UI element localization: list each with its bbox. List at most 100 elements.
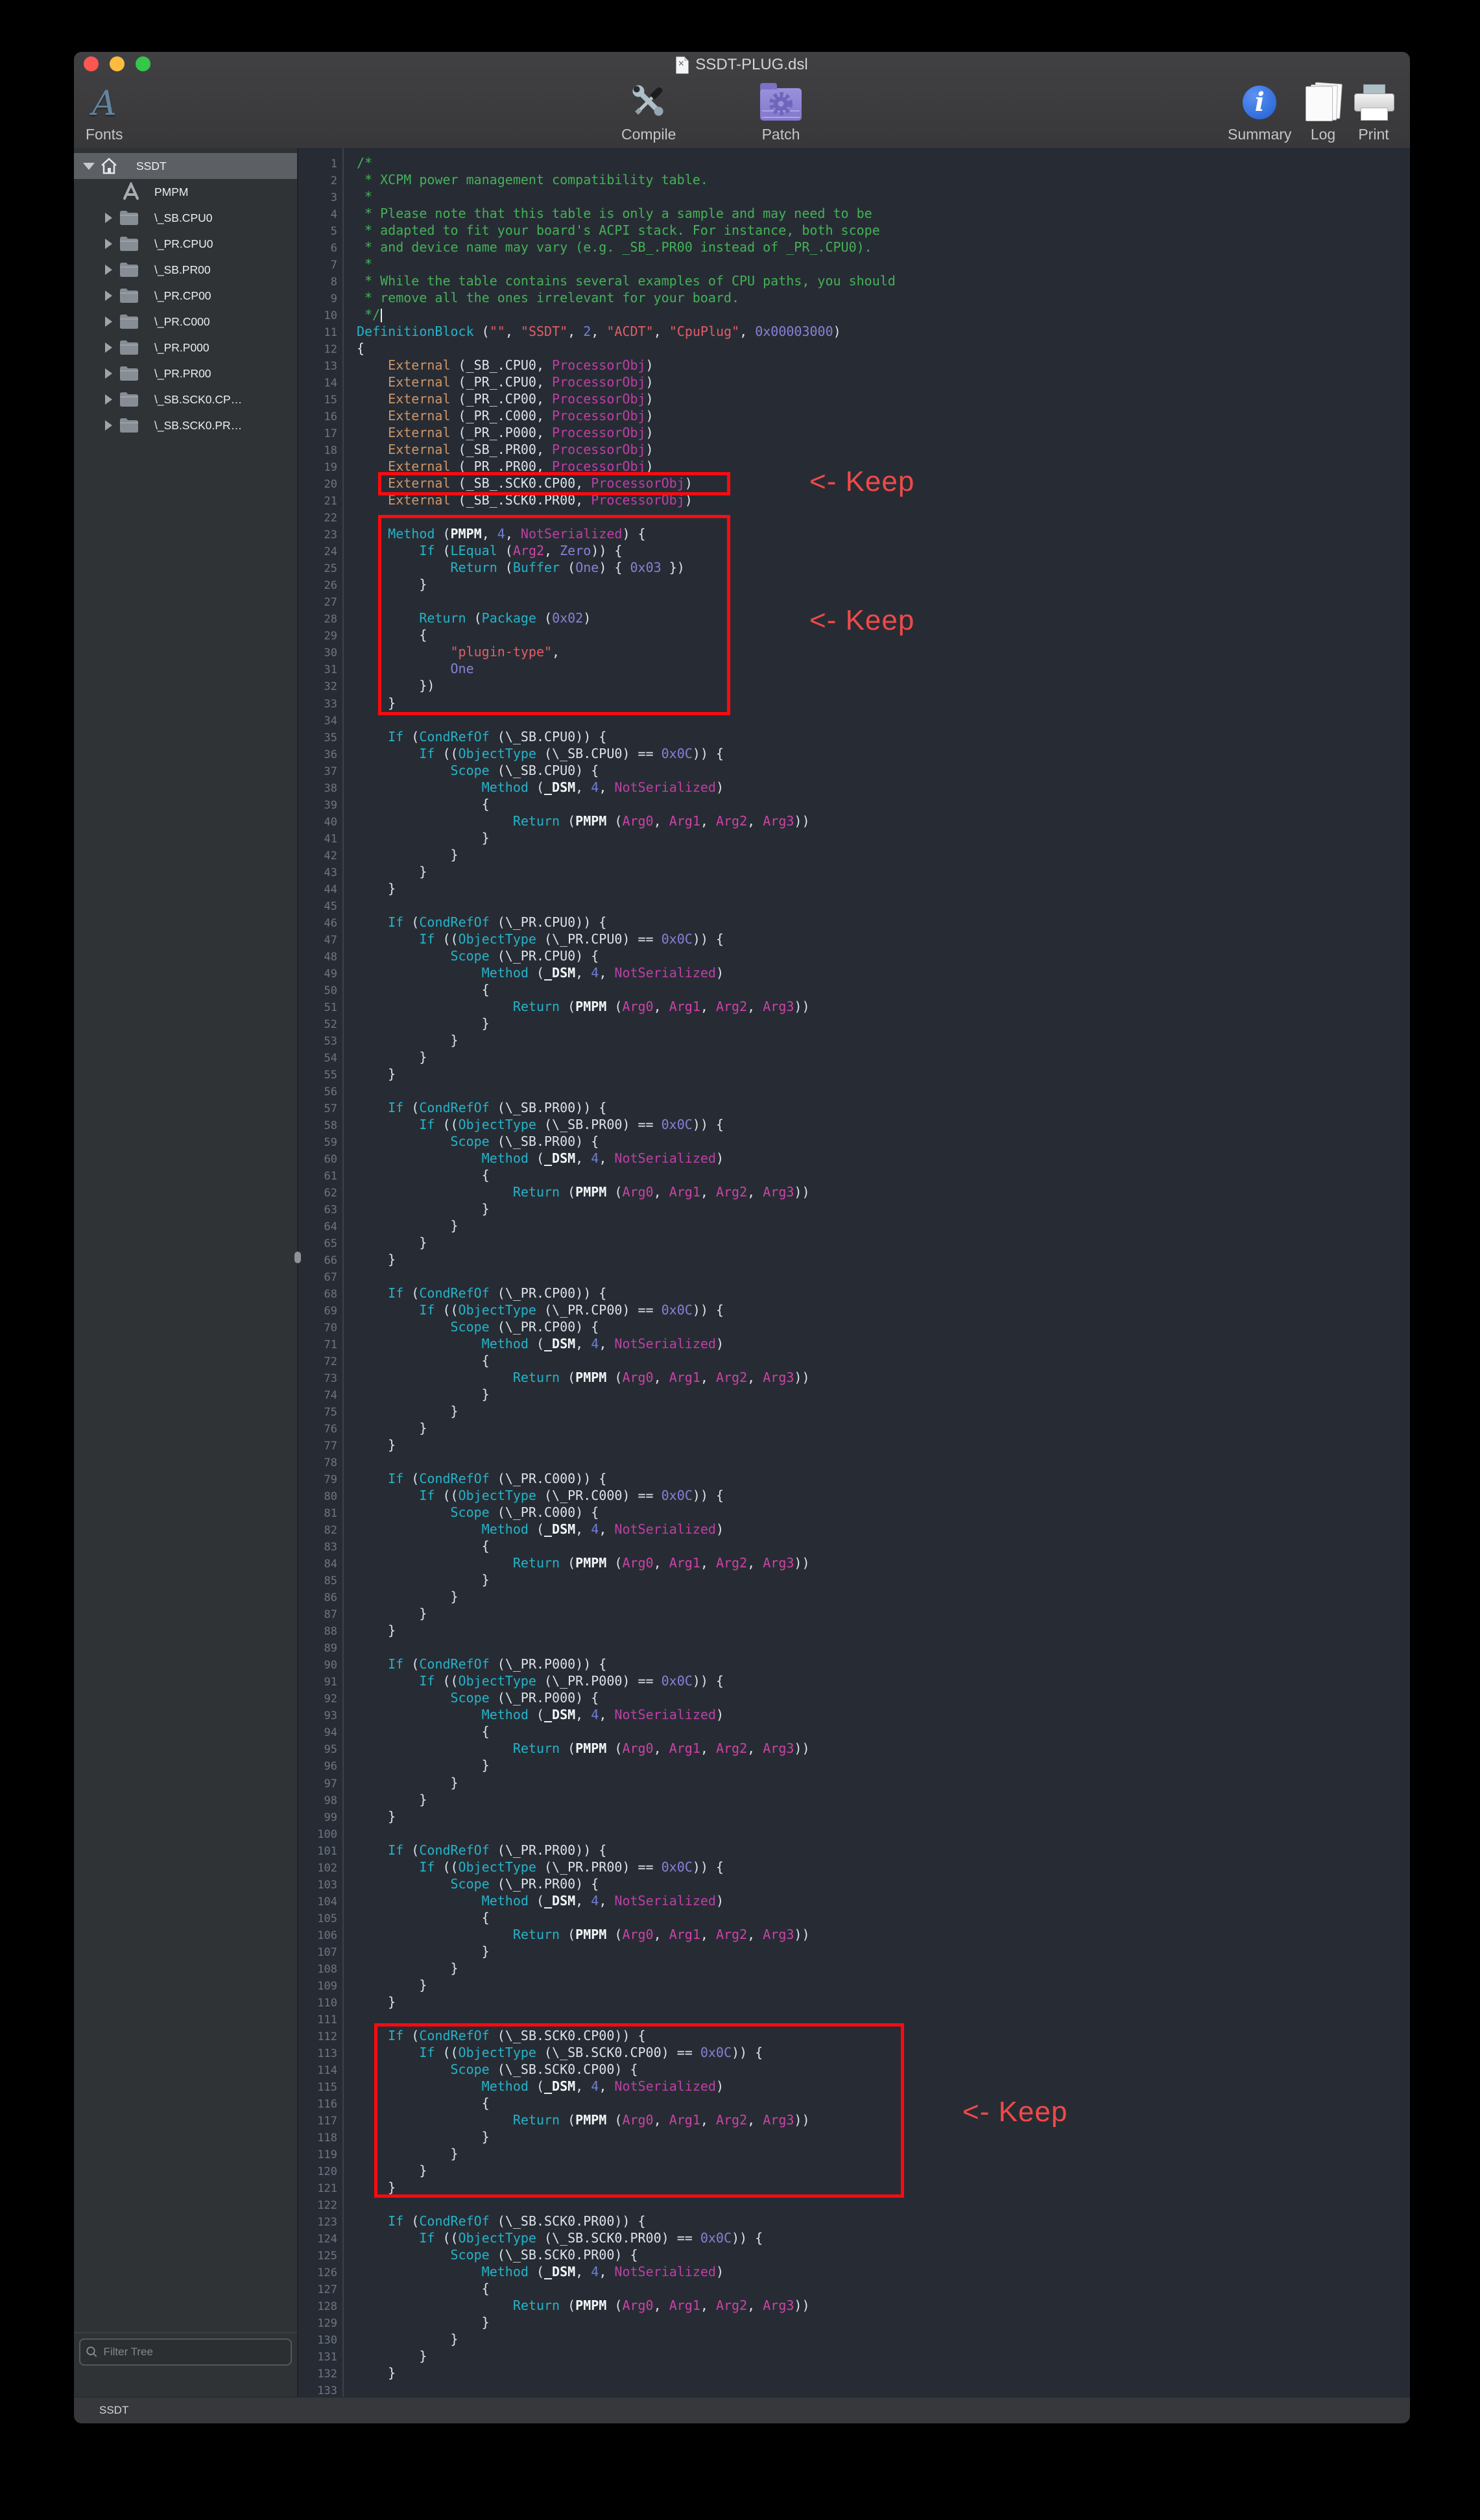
line-number: 14 — [298, 375, 342, 392]
code-line: * XCPM power management compatibility ta… — [357, 171, 1410, 188]
code-line: If ((ObjectType (\_SB.CPU0) == 0x0C)) { — [357, 745, 1410, 762]
disclosure-triangle-icon[interactable] — [105, 213, 112, 223]
code-line: } — [357, 1015, 1410, 1032]
line-number: 90 — [298, 1657, 342, 1674]
code-line: } — [357, 1588, 1410, 1605]
code-line: Method (_DSM, 4, NotSerialized) — [357, 1521, 1410, 1538]
log-button[interactable]: Log — [1305, 82, 1341, 143]
line-number: 57 — [298, 1100, 342, 1117]
code-line: External (_PR_.C000, ProcessorObj) — [357, 407, 1410, 424]
code-line: Scope (\_PR.CPU0) { — [357, 947, 1410, 964]
line-number: 36 — [298, 746, 342, 763]
sidebar-item-pr-cpu0[interactable]: \_PR.CPU0 — [74, 231, 297, 257]
sidebar-item-sb-pr00[interactable]: \_SB.PR00 — [74, 257, 297, 283]
line-number: 63 — [298, 1202, 342, 1218]
filter-input[interactable] — [102, 2345, 291, 2359]
line-number: 66 — [298, 1252, 342, 1269]
line-number: 112 — [298, 2028, 342, 2045]
keep-annotation-1: <- Keep — [809, 466, 914, 498]
line-number: 32 — [298, 678, 342, 695]
line-number: 86 — [298, 1589, 342, 1606]
code-line: } — [357, 2145, 1410, 2162]
code-line: } — [357, 1774, 1410, 1791]
sidebar-item-pmpm[interactable]: PMPM — [74, 179, 297, 205]
line-number: 99 — [298, 1809, 342, 1826]
code-line: "plugin-type", — [357, 643, 1410, 660]
sidebar-item-label: \_SB.PR00 — [154, 263, 211, 277]
code-line: One — [357, 660, 1410, 677]
code-line: Method (_DSM, 4, NotSerialized) — [357, 1892, 1410, 1909]
line-number: 117 — [298, 2113, 342, 2130]
folder-icon — [119, 261, 139, 279]
code-line: Scope (\_SB.PR00) { — [357, 1133, 1410, 1150]
sidebar-item-label: \_PR.C000 — [154, 315, 210, 329]
filter-field[interactable] — [79, 2338, 292, 2366]
toolbar: A Fonts — [74, 78, 1410, 148]
line-number: 29 — [298, 628, 342, 645]
code-line: External (_SB_.CPU0, ProcessorObj) — [357, 357, 1410, 374]
home-icon — [99, 156, 119, 176]
disclosure-triangle-icon[interactable] — [105, 394, 112, 405]
line-number: 15 — [298, 392, 342, 409]
line-number: 50 — [298, 982, 342, 999]
disclosure-triangle-icon[interactable] — [105, 368, 112, 379]
line-number: 78 — [298, 1455, 342, 1471]
line-number: 92 — [298, 1691, 342, 1707]
code-line: Scope (\_SB.CPU0) { — [357, 762, 1410, 779]
window-titlebar[interactable]: SSDT-PLUG.dsl — [74, 52, 1410, 78]
disclosure-triangle-icon[interactable] — [83, 163, 95, 170]
code-line: If (CondRefOf (\_SB.SCK0.PR00)) { — [357, 2213, 1410, 2229]
sidebar-item-ssdt[interactable]: SSDT — [74, 153, 297, 179]
line-number: 27 — [298, 594, 342, 611]
compile-button[interactable]: Compile — [621, 82, 676, 143]
gear-icon — [760, 88, 802, 121]
line-number: 13 — [298, 358, 342, 375]
sidebar-item-pr-cp00[interactable]: \_PR.CP00 — [74, 283, 297, 309]
line-number: 75 — [298, 1404, 342, 1421]
sidebar-item-sb-cpu0[interactable]: \_SB.CPU0 — [74, 205, 297, 231]
line-number: 26 — [298, 577, 342, 594]
code-line: { — [357, 981, 1410, 998]
code-line — [357, 1268, 1410, 1285]
sidebar-item-pr-c000[interactable]: \_PR.C000 — [74, 309, 297, 335]
disclosure-triangle-icon[interactable] — [105, 291, 112, 301]
disclosure-triangle-icon[interactable] — [105, 265, 112, 275]
line-number: 28 — [298, 611, 342, 628]
code-line: * remove all the ones irrelevant for you… — [357, 289, 1410, 306]
disclosure-triangle-icon[interactable] — [105, 316, 112, 327]
line-number: 47 — [298, 932, 342, 949]
code-line: } — [357, 1200, 1410, 1217]
code-line: Return (Buffer (One) { 0x03 }) — [357, 559, 1410, 576]
code-line: * Please note that this table is only a … — [357, 205, 1410, 222]
line-number: 20 — [298, 476, 342, 493]
line-number: 46 — [298, 915, 342, 932]
code-line — [357, 1639, 1410, 1656]
patch-button[interactable]: Patch — [760, 82, 802, 143]
disclosure-triangle-icon[interactable] — [105, 342, 112, 353]
line-number: 44 — [298, 881, 342, 898]
fonts-button[interactable]: A Fonts — [86, 82, 123, 143]
line-number: 11 — [298, 324, 342, 341]
method-icon — [121, 182, 141, 202]
code-line: Scope (\_SB.SCK0.CP00) { — [357, 2061, 1410, 2078]
line-number: 72 — [298, 1353, 342, 1370]
line-number: 48 — [298, 949, 342, 966]
disclosure-triangle-icon[interactable] — [105, 239, 112, 249]
print-button[interactable]: Print — [1354, 82, 1393, 143]
folder-icon — [119, 209, 139, 227]
line-number: 69 — [298, 1303, 342, 1320]
sidebar-item-pr-p000[interactable]: \_PR.P000 — [74, 335, 297, 361]
sidebar-item-pr-pr00[interactable]: \_PR.PR00 — [74, 361, 297, 386]
disclosure-triangle-icon[interactable] — [105, 420, 112, 431]
line-number: 61 — [298, 1168, 342, 1185]
code-line: If (CondRefOf (\_PR.CPU0)) { — [357, 914, 1410, 931]
line-number: 95 — [298, 1741, 342, 1758]
summary-button[interactable]: i Summary — [1228, 82, 1291, 143]
sidebar-item-sb-sck0-pr00[interactable]: \_SB.SCK0.PR… — [74, 412, 297, 438]
sidebar-item-label: SSDT — [136, 160, 167, 173]
line-number: 131 — [298, 2349, 342, 2366]
sidebar-item-sb-sck0-cp00[interactable]: \_SB.SCK0.CP… — [74, 386, 297, 412]
split-divider-handle[interactable] — [294, 1252, 301, 1263]
sidebar-item-label: \_SB.CPU0 — [154, 211, 212, 225]
line-number: 53 — [298, 1033, 342, 1050]
